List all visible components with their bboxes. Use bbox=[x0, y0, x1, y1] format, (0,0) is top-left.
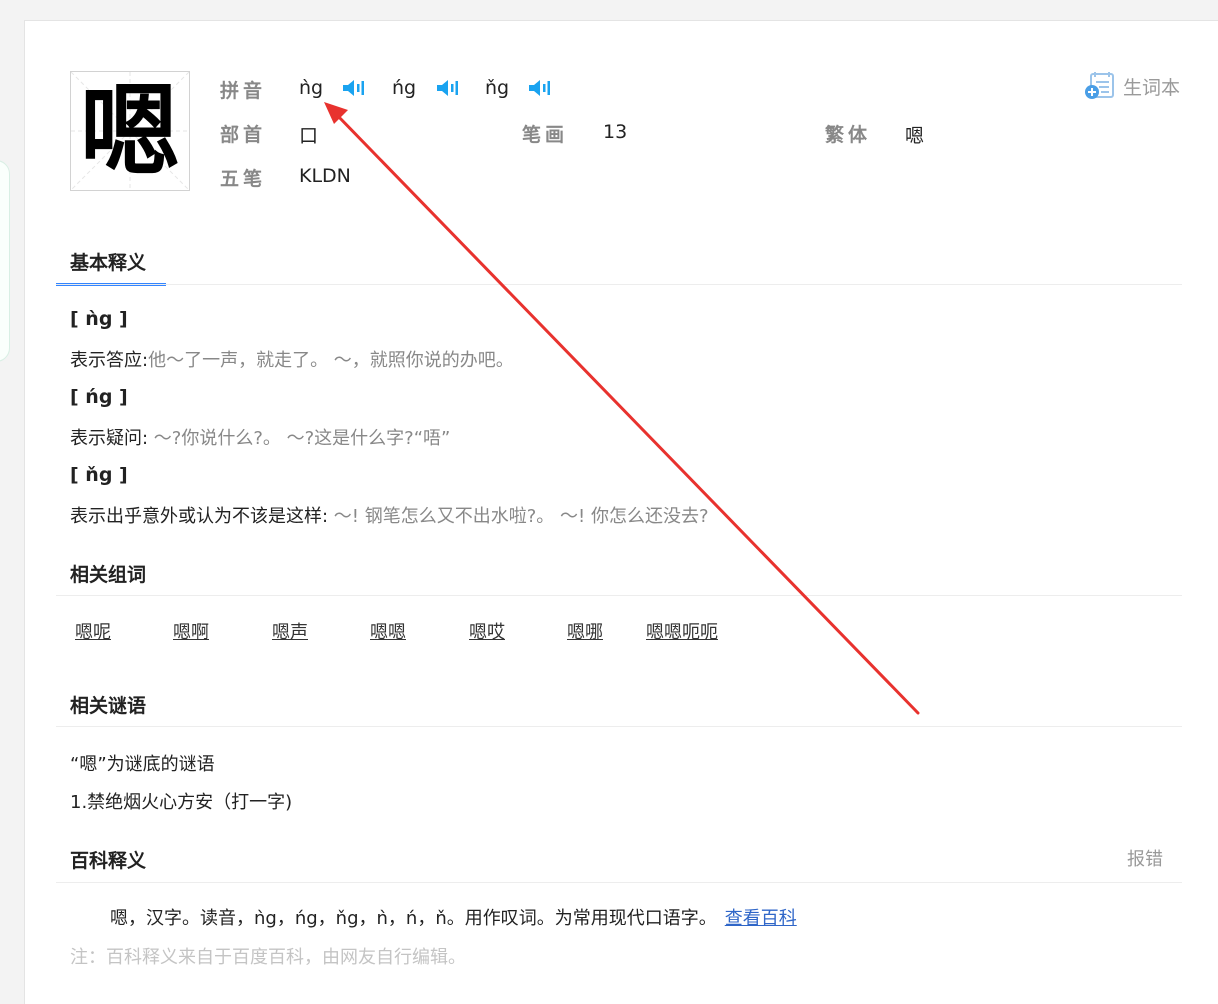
pinyin-label: 拼音 bbox=[220, 80, 267, 102]
page-top-strip bbox=[0, 0, 1218, 6]
speaker-icon[interactable] bbox=[435, 78, 459, 98]
definition-meaning: 表示疑问: bbox=[70, 428, 149, 449]
reading-1: ǹg bbox=[299, 77, 324, 99]
related-word-link[interactable]: 嗯哪 bbox=[567, 618, 603, 644]
vocab-book-icon bbox=[1085, 72, 1114, 99]
vocab-book-label: 生词本 bbox=[1123, 77, 1181, 99]
dictionary-card: 嗯 拼音 ǹg ńg ňg 生词本 部首 口 笔画 13 繁体 嗯 五笔 KLD… bbox=[24, 20, 1218, 1004]
character-box: 嗯 bbox=[70, 71, 190, 191]
related-word-link[interactable]: 嗯哎 bbox=[469, 618, 505, 644]
reading-3: ňg bbox=[485, 77, 510, 99]
baike-note: 注：百科释义来自于百度百科，由网友自行编辑。 bbox=[70, 947, 466, 968]
riddle-item: 1.禁绝烟火心方安（打一字) bbox=[70, 792, 293, 813]
entry-definition: 表示疑问: ～?你说什么?。 ～?这是什么字?“唔” bbox=[70, 424, 450, 450]
side-panel-edge bbox=[0, 160, 10, 362]
related-word-link[interactable]: 嗯呢 bbox=[75, 618, 111, 644]
vocab-book-button[interactable]: 生词本 bbox=[1083, 71, 1193, 101]
definition-examples: ～! 钢笔怎么又不出水啦?。 ～! 你怎么还没去? bbox=[328, 506, 709, 527]
related-word-link[interactable]: 嗯啊 bbox=[173, 618, 209, 644]
definition-examples: ～?你说什么?。 ～?这是什么字?“唔” bbox=[148, 428, 451, 449]
traditional-label: 繁体 bbox=[825, 124, 872, 146]
divider bbox=[56, 595, 1182, 596]
strokes-label: 笔画 bbox=[522, 124, 569, 146]
view-baike-link[interactable]: 查看百科 bbox=[725, 908, 797, 929]
related-words-title: 相关组词 bbox=[70, 564, 147, 586]
definition-meaning: 表示出乎意外或认为不该是这样: bbox=[70, 506, 329, 527]
wubi-label: 五笔 bbox=[220, 168, 267, 190]
reading-2: ńg bbox=[392, 77, 417, 99]
related-word-link[interactable]: 嗯嗯 bbox=[370, 618, 406, 644]
baike-title: 百科释义 bbox=[70, 850, 147, 872]
riddle-intro: “嗯”为谜底的谜语 bbox=[70, 754, 215, 775]
definition-examples: 他～了一声，就走了。 ～，就照你说的办吧。 bbox=[148, 350, 514, 371]
traditional-value: 嗯 bbox=[905, 125, 925, 147]
entry-pinyin: [ ňg ] bbox=[70, 464, 128, 486]
speaker-icon[interactable] bbox=[527, 78, 551, 98]
related-word-link[interactable]: 嗯声 bbox=[272, 618, 308, 644]
strokes-value: 13 bbox=[603, 121, 628, 143]
speaker-icon[interactable] bbox=[341, 78, 365, 98]
entry-definition: 表示出乎意外或认为不该是这样: ～! 钢笔怎么又不出水啦?。 ～! 你怎么还没去… bbox=[70, 502, 709, 528]
divider bbox=[56, 726, 1182, 727]
report-error-link[interactable]: 报错 bbox=[1127, 845, 1163, 871]
character-glyph: 嗯 bbox=[80, 72, 180, 190]
wubi-value: KLDN bbox=[299, 165, 351, 187]
related-riddles-title: 相关谜语 bbox=[70, 695, 147, 717]
entry-pinyin: [ ńg ] bbox=[70, 386, 128, 408]
radical-value: 口 bbox=[299, 125, 319, 147]
divider bbox=[56, 882, 1182, 883]
radical-label: 部首 bbox=[220, 124, 267, 146]
entry-pinyin: [ ǹg ] bbox=[70, 308, 128, 330]
entry-definition: 表示答应:他～了一声，就走了。 ～，就照你说的办吧。 bbox=[70, 346, 514, 372]
related-word-link[interactable]: 嗯嗯呃呃 bbox=[646, 618, 718, 644]
basic-meaning-tab[interactable]: 基本释义 bbox=[70, 248, 146, 275]
definition-meaning: 表示答应: bbox=[70, 350, 149, 371]
baike-summary: 嗯，汉字。读音，ǹg，ńg，ňg，ǹ，ń，ň。用作叹词。为常用现代口语字。 bbox=[110, 908, 717, 929]
divider bbox=[56, 284, 1182, 285]
baike-text: 嗯，汉字。读音，ǹg，ńg，ňg，ǹ，ń，ň。用作叹词。为常用现代口语字。 查看百… bbox=[110, 904, 797, 930]
